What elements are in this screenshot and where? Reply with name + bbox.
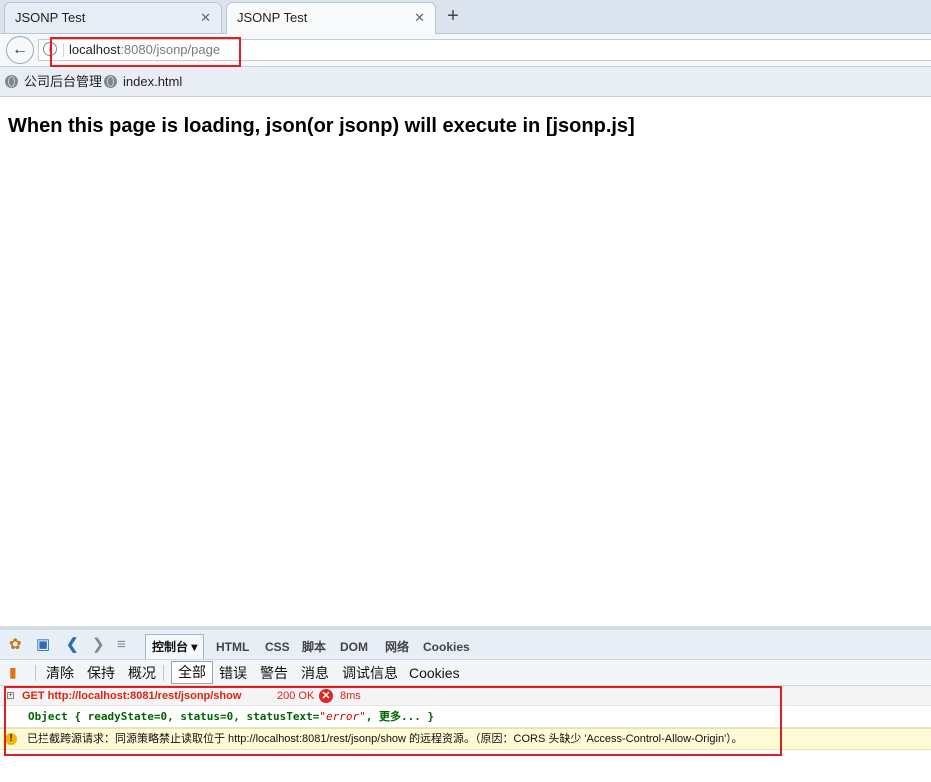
console-filter-bar: ▮ 清除 保持 概况 全部 错误 警告 消息 调试信息 Cookies (0, 659, 931, 686)
clear-button[interactable]: 清除 (46, 663, 74, 683)
toolbar-divider (163, 665, 164, 681)
toolbar-divider (35, 665, 36, 681)
close-tab-icon[interactable]: ✕ (414, 3, 425, 32)
tab-css[interactable]: CSS (265, 637, 290, 657)
globe-icon (5, 75, 18, 88)
bookmarks-bar: 公司后台管理 index.html (0, 67, 931, 97)
bookmark-item[interactable]: index.html (104, 67, 182, 96)
globe-icon (104, 75, 117, 88)
back-button[interactable]: ← (6, 36, 34, 64)
console-highlight-box (4, 686, 782, 756)
bookmark-label: index.html (123, 74, 183, 89)
tab-jsonp-test-2[interactable]: JSONP Test ✕ (226, 2, 436, 34)
tab-cookies[interactable]: Cookies (423, 637, 470, 657)
tab-jsonp-test-1[interactable]: JSONP Test ✕ (4, 2, 222, 33)
tab-bar: JSONP Test ✕ JSONP Test ✕ + (0, 0, 931, 34)
tab-title: JSONP Test (15, 10, 86, 25)
tab-html[interactable]: HTML (216, 637, 249, 657)
profile-button[interactable]: 概况 (128, 663, 156, 683)
bookmark-item[interactable]: 公司后台管理 (5, 67, 102, 96)
new-tab-button[interactable]: + (440, 3, 466, 29)
filter-cookies-button[interactable]: Cookies (409, 663, 460, 683)
tab-console[interactable]: 控制台 ▾ (145, 634, 205, 660)
firebug-bug-icon[interactable]: ✿ (9, 636, 22, 654)
page-heading: When this page is loading, json(or jsonp… (8, 115, 635, 137)
bookmark-label: 公司后台管理 (24, 74, 103, 89)
tab-dom[interactable]: DOM (340, 637, 368, 657)
inspect-element-icon[interactable]: ▣ (36, 636, 50, 654)
page-content: When this page is loading, json(or jsonp… (0, 97, 931, 625)
tab-net[interactable]: 网络 (385, 637, 409, 657)
clear-on-reload-icon[interactable]: ▮ (9, 663, 17, 681)
filter-errors-button[interactable]: 错误 (219, 663, 247, 683)
close-tab-icon[interactable]: ✕ (200, 3, 211, 32)
chevron-left-icon[interactable]: ❮ (66, 636, 79, 654)
filter-info-button[interactable]: 消息 (301, 663, 329, 683)
firebug-toolbar: ✿ ▣ ❮ ❯ ≡ 控制台 ▾ HTML CSS 脚本 DOM 网络 Cooki… (0, 626, 931, 660)
command-line-icon[interactable]: ≡ (117, 636, 126, 654)
persist-button[interactable]: 保持 (87, 663, 115, 683)
url-highlight-box (50, 37, 241, 67)
filter-debug-button[interactable]: 调试信息 (342, 663, 398, 683)
filter-warnings-button[interactable]: 警告 (260, 663, 288, 683)
filter-all-button[interactable]: 全部 (171, 661, 213, 684)
tab-script[interactable]: 脚本 (302, 637, 326, 657)
chevron-right-icon[interactable]: ❯ (92, 636, 105, 654)
tab-title: JSONP Test (237, 10, 308, 25)
